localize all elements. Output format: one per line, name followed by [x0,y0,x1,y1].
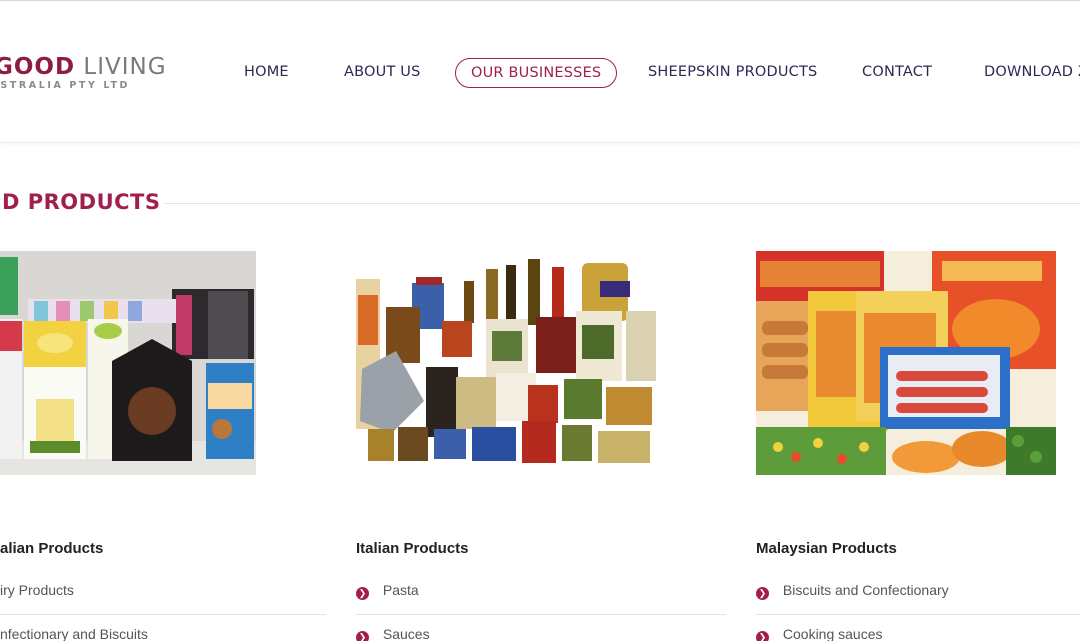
chevron-right-circle-icon: ❯ [356,587,369,600]
list-item-biscuits-confectionary[interactable]: ❯ Biscuits and Confectionary [756,582,949,604]
list-divider [356,614,726,615]
list-item-confectionary-biscuits[interactable]: nfectionary and Biscuits [0,626,148,641]
list-item-sauces[interactable]: ❯ Sauces [356,626,430,641]
dairy-products-image[interactable] [0,251,256,475]
logo-text-good: GOOD [0,54,76,80]
logo-wordmark: GOOD LIVING [0,53,167,81]
chevron-right-circle-icon: ❯ [756,631,769,641]
italian-products-illustration [356,251,656,475]
list-divider [0,614,326,615]
site-header: GOOD LIVING USTRALIA PTY LTD HOME ABOUT … [0,0,1080,143]
nav-item-contact[interactable]: CONTACT [862,58,932,88]
italian-products-image[interactable] [356,251,656,475]
section-title: D PRODUCTS [2,190,161,214]
site-logo[interactable]: GOOD LIVING USTRALIA PTY LTD [0,53,167,91]
card-title-italian: Italian Products [356,540,469,557]
list-item-label: Sauces [382,626,430,641]
dairy-products-illustration [0,251,256,475]
list-item-pasta[interactable]: ❯ Pasta [356,582,419,604]
list-item-label: Pasta [382,582,419,598]
logo-subtitle: USTRALIA PTY LTD [0,80,131,91]
list-item-cooking-sauces[interactable]: ❯ Cooking sauces [756,626,883,641]
nav-item-our-businesses[interactable]: OUR BUSINESSES [455,58,618,88]
malaysian-products-illustration [756,251,1056,475]
list-item-label: Cooking sauces [782,626,883,641]
list-item-label: Biscuits and Confectionary [782,582,949,598]
section-divider [164,203,1080,204]
nav-item-home[interactable]: HOME [244,58,289,88]
card-title-dairy: alian Products [0,540,104,557]
list-divider [756,614,1080,615]
chevron-right-circle-icon: ❯ [356,631,369,641]
list-item-label: nfectionary and Biscuits [0,626,148,641]
nav-item-about-us[interactable]: ABOUT US [344,58,421,88]
list-item-label: iry Products [0,582,74,598]
chevron-right-circle-icon: ❯ [756,587,769,600]
card-title-malaysian: Malaysian Products [756,540,897,557]
nav-item-sheepskin-products[interactable]: SHEEPSKIN PRODUCTS [648,58,817,88]
logo-text-living: LIVING [83,54,167,80]
nav-item-download[interactable]: DOWNLOAD Z [984,58,1080,88]
malaysian-products-image[interactable] [756,251,1056,475]
list-item-dairy-products[interactable]: iry Products [0,582,74,604]
